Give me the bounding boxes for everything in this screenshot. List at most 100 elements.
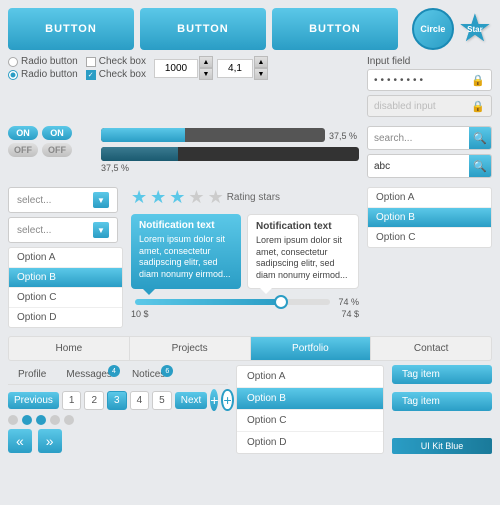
radio-group: Radio button Radio button: [8, 56, 78, 80]
progress-label-2: 37,5 %: [101, 163, 359, 173]
dot-2[interactable]: [22, 415, 32, 425]
prev-button[interactable]: Previous: [8, 392, 59, 409]
next-button[interactable]: Next: [175, 392, 208, 409]
toggle-off-1[interactable]: OFF: [8, 143, 38, 157]
bottom-option-list: Option A Option B Option C Option D: [236, 365, 384, 454]
dot-4[interactable]: [50, 415, 60, 425]
search-button-1[interactable]: 🔍: [469, 127, 491, 149]
disabled-input: disabled input 🔒: [367, 95, 492, 117]
number-input-2[interactable]: ▲ ▼: [217, 56, 268, 80]
star-1[interactable]: ★: [131, 187, 147, 208]
input-field-label: Input field: [367, 56, 492, 67]
slider-fill: [135, 299, 280, 305]
page-3[interactable]: 3: [107, 391, 127, 410]
star-4[interactable]: ★: [188, 187, 204, 208]
circle-button[interactable]: Circle: [412, 8, 454, 50]
progress-label-1: 37,5 %: [329, 131, 359, 141]
nav-bar: Home Projects Portfolio Contact: [8, 336, 492, 361]
progress-bar-2: [101, 147, 359, 161]
tab-notices[interactable]: Notices 6: [122, 365, 175, 384]
spin-up-2[interactable]: ▲: [254, 56, 268, 68]
chevrons-row: « »: [8, 429, 228, 453]
select-1[interactable]: select... ▼: [8, 187, 118, 213]
search-input[interactable]: search... 🔍: [367, 126, 492, 150]
bottom-option-d[interactable]: Option D: [237, 432, 383, 453]
page-1[interactable]: 1: [62, 391, 82, 410]
checkbox-1[interactable]: [86, 57, 96, 67]
page-5[interactable]: 5: [152, 391, 172, 410]
stars-rating[interactable]: ★ ★ ★ ★ ★ Rating stars: [131, 187, 359, 208]
option-left-b[interactable]: Option B: [9, 268, 122, 288]
spin-down-1[interactable]: ▼: [199, 68, 213, 80]
notification-row: Notification text Lorem ipsum dolor sit …: [131, 214, 359, 289]
checkbox-item-2[interactable]: ✓ Check box: [86, 69, 146, 80]
button-2[interactable]: BUTTON: [140, 8, 266, 50]
option-right-a[interactable]: Option A: [368, 188, 491, 208]
slider-track[interactable]: [135, 299, 330, 305]
tag-item-1[interactable]: Tag item: [392, 365, 492, 384]
tab-messages[interactable]: Messages 4: [56, 365, 122, 384]
option-left-c[interactable]: Option C: [9, 288, 122, 308]
select-arrow-1[interactable]: ▼: [93, 192, 109, 208]
progress-bar-1: [101, 128, 185, 142]
radio-item-1[interactable]: Radio button: [8, 56, 78, 67]
select-2[interactable]: select... ▼: [8, 217, 118, 243]
notification-blue: Notification text Lorem ipsum dolor sit …: [131, 214, 241, 289]
button-3[interactable]: BUTTON: [272, 8, 398, 50]
option-right-c[interactable]: Option C: [368, 228, 491, 247]
nav-portfolio[interactable]: Portfolio: [251, 337, 372, 360]
page-4[interactable]: 4: [130, 391, 150, 410]
tag-item-2[interactable]: Tag item: [392, 392, 492, 411]
spin-down-2[interactable]: ▼: [254, 68, 268, 80]
search-button-2[interactable]: 🔍: [469, 155, 491, 177]
notification-white: Notification text Lorem ipsum dolor sit …: [247, 214, 359, 289]
nav-projects[interactable]: Projects: [130, 337, 251, 360]
dot-5[interactable]: [64, 415, 74, 425]
page-2[interactable]: 2: [84, 391, 104, 410]
nav-home[interactable]: Home: [9, 337, 130, 360]
messages-badge: 4: [108, 365, 120, 377]
option-left-a[interactable]: Option A: [9, 248, 122, 268]
checkbox-item-1[interactable]: Check box: [86, 56, 146, 67]
dot-3[interactable]: [36, 415, 46, 425]
bottom-option-b[interactable]: Option B: [237, 388, 383, 410]
bottom-option-a[interactable]: Option A: [237, 366, 383, 388]
slider-max: 74 $: [341, 309, 359, 319]
notices-badge: 6: [161, 365, 173, 377]
radio-item-2[interactable]: Radio button: [8, 69, 78, 80]
toggle-on-2[interactable]: ON: [42, 126, 72, 140]
dots-row: [8, 415, 228, 425]
notif-arrow-white: [260, 288, 272, 294]
toggle-off-2[interactable]: OFF: [42, 143, 72, 157]
star-5[interactable]: ★: [208, 187, 224, 208]
radio-circle-2[interactable]: [8, 70, 18, 80]
chevron-left[interactable]: «: [8, 429, 32, 453]
lock-icon-2: 🔒: [471, 100, 485, 113]
chevron-right[interactable]: »: [38, 429, 62, 453]
radio-circle-1[interactable]: [8, 57, 18, 67]
bottom-option-c[interactable]: Option C: [237, 410, 383, 432]
spin-up-1[interactable]: ▲: [199, 56, 213, 68]
tabs-bar: Profile Messages 4 Notices 6: [8, 365, 228, 385]
slider-label: 74 %: [338, 297, 359, 307]
star-3[interactable]: ★: [169, 187, 185, 208]
number-input-1[interactable]: 1000 ▲ ▼: [154, 56, 213, 80]
dot-1[interactable]: [8, 415, 18, 425]
button-1[interactable]: BUTTON: [8, 8, 134, 50]
checkbox-2[interactable]: ✓: [86, 70, 96, 80]
nav-contact[interactable]: Contact: [371, 337, 491, 360]
select-arrow-2[interactable]: ▼: [93, 222, 109, 238]
option-list-left: Option A Option B Option C Option D: [8, 247, 123, 328]
option-left-d[interactable]: Option D: [9, 308, 122, 327]
slider-thumb[interactable]: [274, 295, 288, 309]
tab-profile[interactable]: Profile: [8, 365, 56, 384]
add-button-1[interactable]: +: [210, 389, 218, 411]
password-input[interactable]: •••••••• 🔒: [367, 69, 492, 91]
option-list-right: Option A Option B Option C: [367, 187, 492, 248]
add-button-2[interactable]: +: [221, 389, 233, 411]
toggle-on-1[interactable]: ON: [8, 126, 38, 140]
star-button[interactable]: ★ Star: [458, 8, 492, 50]
abc-input[interactable]: abc 🔍: [367, 154, 492, 178]
option-right-b[interactable]: Option B: [368, 208, 491, 228]
star-2[interactable]: ★: [150, 187, 166, 208]
